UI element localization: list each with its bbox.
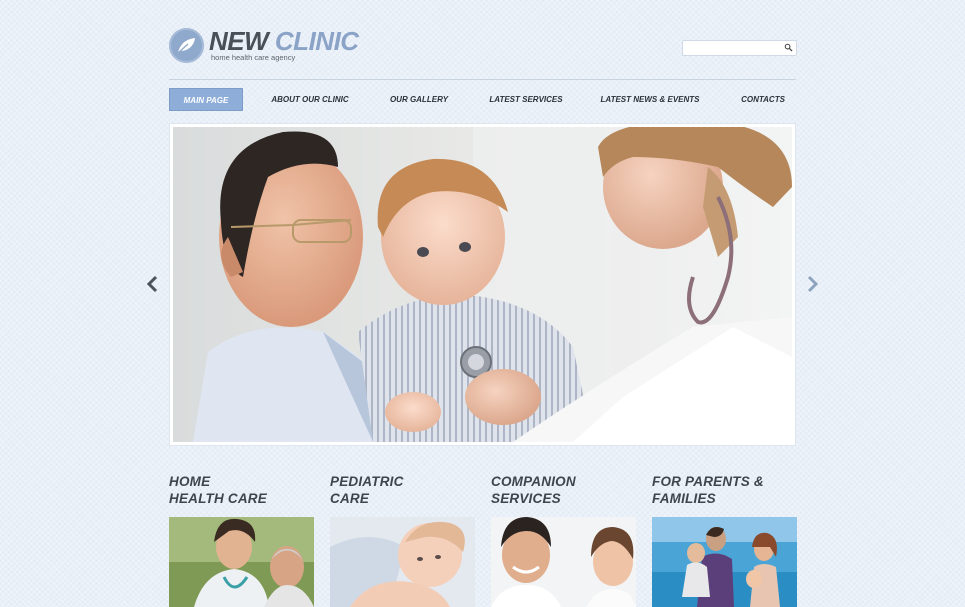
feature-title-line2: SERVICES: [491, 491, 561, 506]
feature-title-pediatric-care[interactable]: PEDIATRIC CARE: [330, 473, 404, 507]
feature-title-line2: CARE: [330, 491, 370, 506]
feature-title-line2: HEALTH CARE: [169, 491, 267, 506]
logo[interactable]: NEW CLINIC home health care agency: [169, 26, 369, 68]
hero-image[interactable]: [173, 127, 792, 442]
feature-title-line1: HOME: [169, 474, 211, 489]
brand-tagline: home health care agency: [211, 53, 296, 62]
hero-slider: [170, 124, 795, 445]
brand-name-part1: NEW: [209, 26, 269, 56]
leaf-icon: [169, 28, 204, 63]
thumbnail-home-health-care[interactable]: [169, 517, 314, 607]
search-icon[interactable]: [784, 43, 793, 52]
chevron-left-icon[interactable]: [144, 274, 160, 294]
feature-title-line1: PEDIATRIC: [330, 474, 404, 489]
feature-title-home-health-care[interactable]: HOME HEALTH CARE: [169, 473, 267, 507]
thumbnail-for-parents-families[interactable]: [652, 517, 797, 607]
feature-title-line1: FOR PARENTS &: [652, 474, 764, 489]
feature-title-companion-services[interactable]: COMPANION SERVICES: [491, 473, 576, 507]
search-input[interactable]: [686, 42, 778, 53]
brand-name-part2: CLINIC: [274, 26, 359, 56]
nav-latest-services[interactable]: LATEST SERVICES: [483, 88, 569, 111]
thumbnail-companion-services[interactable]: [491, 517, 636, 607]
nav-main-page[interactable]: MAIN PAGE: [169, 88, 243, 111]
search-box: [682, 40, 797, 56]
nav-about-our-clinic[interactable]: ABOUT OUR CLINIC: [264, 88, 356, 111]
feature-title-line2: FAMILIES: [652, 491, 716, 506]
thumbnail-pediatric-care[interactable]: [330, 517, 475, 607]
nav-contacts[interactable]: CONTACTS: [734, 88, 792, 111]
nav-our-gallery[interactable]: OUR GALLERY: [383, 88, 455, 111]
chevron-right-icon[interactable]: [805, 274, 821, 294]
header-divider: [169, 79, 796, 80]
nav-latest-news-events[interactable]: LATEST NEWS & EVENTS: [597, 88, 703, 111]
feature-title-for-parents-families[interactable]: FOR PARENTS & FAMILIES: [652, 473, 764, 507]
feature-title-line1: COMPANION: [491, 474, 576, 489]
main-nav: MAIN PAGE ABOUT OUR CLINIC OUR GALLERY L…: [169, 88, 796, 111]
